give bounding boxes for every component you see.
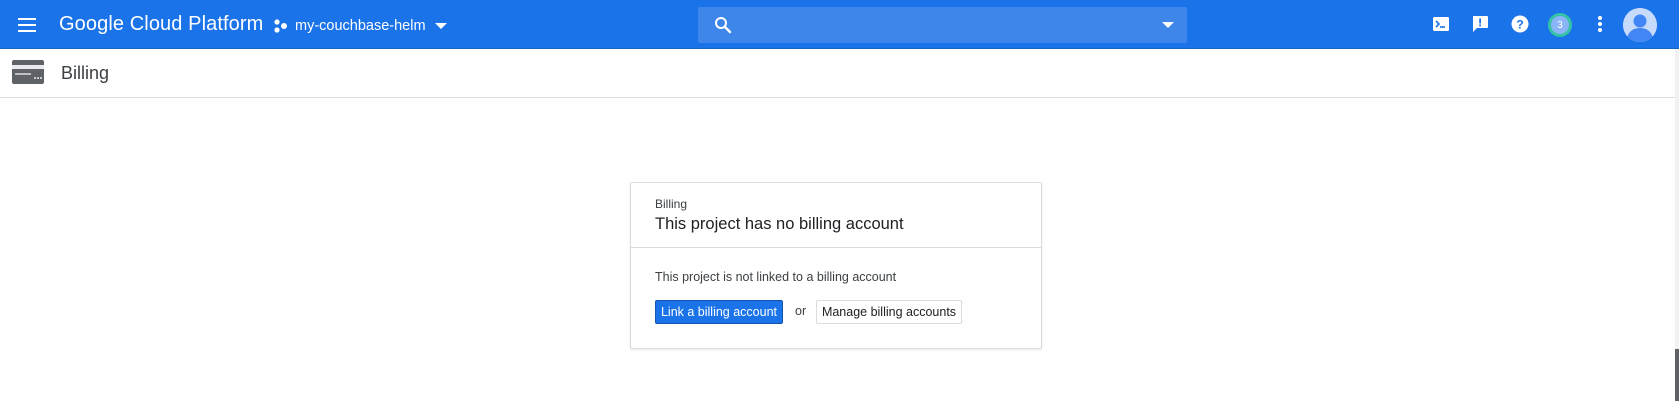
search-bar[interactable]	[698, 7, 1187, 43]
project-picker[interactable]: my-couchbase-helm	[273, 14, 448, 38]
scrollbar-thumb[interactable]	[1675, 349, 1679, 401]
or-separator: or	[795, 304, 807, 318]
top-app-bar: Google Cloud Platform my-couchbase-helm	[0, 0, 1679, 49]
more-vert-icon[interactable]	[1589, 13, 1611, 35]
no-billing-card: Billing This project has no billing acco…	[630, 182, 1042, 349]
page-header: Billing	[0, 49, 1675, 98]
search-input[interactable]	[746, 7, 1146, 43]
card-header: Billing This project has no billing acco…	[631, 183, 1041, 248]
help-icon[interactable]: ?	[1509, 13, 1531, 35]
chevron-down-icon	[434, 23, 447, 29]
account-avatar[interactable]	[1623, 8, 1657, 42]
billing-card-icon	[12, 60, 44, 84]
page-scrollbar[interactable]	[1675, 49, 1679, 401]
brand-title[interactable]: Google Cloud Platform	[59, 13, 263, 36]
search-dropdown-icon[interactable]	[1161, 19, 1175, 31]
search-icon	[715, 17, 732, 34]
page-title: Billing	[61, 63, 110, 83]
menu-icon[interactable]	[16, 14, 40, 36]
cloud-shell-icon[interactable]	[1430, 13, 1452, 35]
notification-count: 3	[1557, 19, 1563, 31]
card-eyebrow: Billing	[655, 197, 688, 211]
manage-billing-accounts-button[interactable]: Manage billing accounts	[816, 300, 962, 324]
svg-text:?: ?	[1516, 18, 1523, 32]
project-name: my-couchbase-helm	[295, 18, 426, 34]
card-title: This project has no billing account	[655, 215, 904, 233]
link-billing-account-button[interactable]: Link a billing account	[655, 300, 783, 324]
feedback-icon[interactable]	[1469, 13, 1491, 35]
account-icon	[1623, 8, 1657, 42]
notifications-icon[interactable]: 3	[1548, 13, 1572, 37]
project-icon	[274, 19, 287, 33]
card-body-text: This project is not linked to a billing …	[655, 270, 897, 284]
